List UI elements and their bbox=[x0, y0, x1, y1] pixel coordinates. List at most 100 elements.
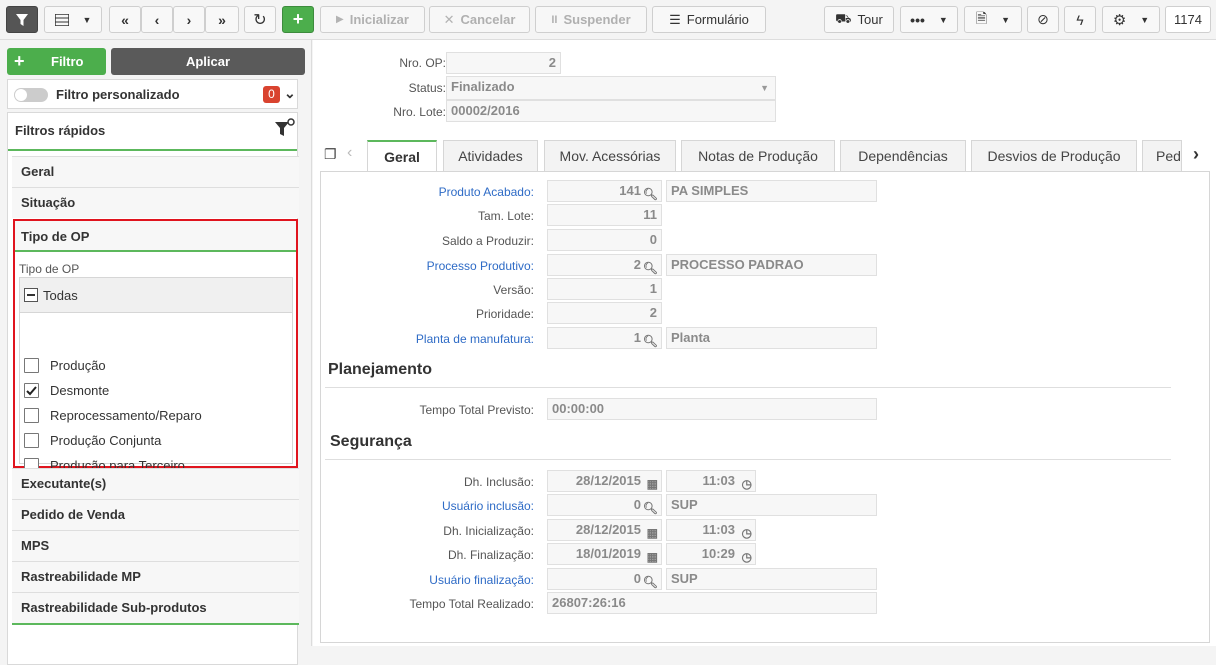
filter-settings-icon[interactable] bbox=[274, 117, 296, 141]
usuario-inclusao-label[interactable]: Usuário inclusão: bbox=[314, 499, 534, 513]
refresh-button[interactable]: ↻ bbox=[244, 6, 276, 33]
filter-item-tipo-op[interactable]: Tipo de OP bbox=[15, 221, 296, 252]
inclusao-date-value: 28/12/2015 bbox=[575, 473, 641, 488]
first-record-button[interactable]: « bbox=[109, 6, 141, 33]
clock-icon[interactable]: ◷ bbox=[742, 547, 752, 567]
cancelar-button[interactable]: ✕ Cancelar bbox=[429, 6, 530, 33]
tab-scroll-right-icon[interactable]: › bbox=[1193, 144, 1199, 165]
prioridade-field[interactable]: 2 bbox=[547, 302, 662, 324]
action-button[interactable]: ϟ bbox=[1064, 6, 1096, 33]
planta-label[interactable]: Planta de manufatura: bbox=[314, 332, 534, 346]
search-icon[interactable]: 🔍︎ bbox=[643, 572, 658, 592]
filter-item-rastreabilidade-sub[interactable]: Rastreabilidade Sub-produtos bbox=[12, 592, 299, 625]
tab-desvios-producao[interactable]: Desvios de Produção bbox=[971, 140, 1137, 171]
option-label: Produção Conjunta bbox=[50, 433, 162, 448]
tipo-op-option[interactable]: Reprocessamento/Reparo bbox=[0, 407, 300, 427]
filter-item-rastreabilidade-mp[interactable]: Rastreabilidade MP bbox=[12, 561, 299, 592]
tab-mov-acessorias[interactable]: Mov. Acessórias bbox=[544, 140, 676, 171]
filtro-button[interactable]: + Filtro bbox=[7, 48, 106, 75]
tempo-realizado-field[interactable]: 26807:26:16 bbox=[547, 592, 877, 614]
checkbox[interactable] bbox=[24, 433, 39, 448]
view-list-button[interactable]: ▼ bbox=[44, 6, 102, 33]
chevron-down-icon: ▼ bbox=[1001, 14, 1011, 25]
search-icon[interactable]: 🔍︎ bbox=[643, 331, 658, 351]
formulario-button[interactable]: ☰ Formulário bbox=[652, 6, 766, 33]
lightning-icon: ϟ bbox=[1076, 11, 1084, 28]
saldo-field[interactable]: 0 bbox=[547, 229, 662, 251]
custom-filter-toggle[interactable] bbox=[14, 88, 48, 102]
checkbox[interactable] bbox=[24, 358, 39, 373]
dh-inicializacao-date[interactable]: 28/12/2015 ▦ bbox=[547, 519, 662, 541]
planta-code[interactable]: 1 🔍︎ bbox=[547, 327, 662, 349]
todas-row[interactable]: Todas bbox=[19, 277, 293, 313]
calendar-icon[interactable]: ▦ bbox=[647, 523, 658, 543]
tab-notas-producao[interactable]: Notas de Produção bbox=[681, 140, 835, 171]
produto-acabado-label[interactable]: Produto Acabado: bbox=[314, 185, 534, 199]
processo-produtivo-label[interactable]: Processo Produtivo: bbox=[314, 259, 534, 273]
versao-label: Versão: bbox=[493, 283, 534, 297]
search-icon[interactable]: 🔍︎ bbox=[643, 258, 658, 278]
pause-icon: II bbox=[551, 13, 558, 26]
tipo-op-option[interactable]: Produção Conjunta bbox=[0, 432, 300, 452]
usuario-finalizacao-label[interactable]: Usuário finalização: bbox=[314, 573, 534, 587]
processo-code-value: 2 bbox=[633, 257, 641, 272]
tipo-op-option[interactable]: Desmonte bbox=[0, 382, 300, 402]
prev-record-button[interactable]: ‹ bbox=[141, 6, 173, 33]
tipo-op-option[interactable]: Produção bbox=[0, 357, 300, 377]
calendar-icon[interactable]: ▦ bbox=[647, 474, 658, 494]
play-icon: ▶ bbox=[336, 14, 344, 25]
tab-atividades[interactable]: Atividades bbox=[443, 140, 538, 171]
funnel-icon bbox=[16, 13, 28, 26]
dh-inclusao-time[interactable]: 11:03 ◷ bbox=[666, 470, 756, 492]
fin-time-value: 10:29 bbox=[701, 546, 735, 561]
filter-item-mps[interactable]: MPS bbox=[12, 530, 299, 561]
nro-lote-field[interactable]: 00002/2016 bbox=[446, 100, 776, 122]
search-icon[interactable]: 🔍︎ bbox=[643, 184, 658, 204]
usuario-inclusao-code[interactable]: 0 🔍︎ bbox=[547, 494, 662, 516]
calendar-icon[interactable]: ▦ bbox=[647, 547, 658, 567]
versao-field[interactable]: 1 bbox=[547, 278, 662, 300]
inicializar-button[interactable]: ▶ Inicializar bbox=[320, 6, 425, 33]
filter-item-pedido-venda[interactable]: Pedido de Venda bbox=[12, 499, 299, 530]
attachment-button[interactable]: ⊘ bbox=[1027, 6, 1059, 33]
filter-toggle-button[interactable] bbox=[6, 6, 38, 33]
option-label: Desmonte bbox=[50, 383, 110, 398]
list-icon bbox=[54, 13, 69, 26]
settings-button[interactable]: ⚙ ▼ bbox=[1102, 6, 1160, 33]
dh-inicializacao-time[interactable]: 11:03 ◷ bbox=[666, 519, 756, 541]
checked-checkbox[interactable] bbox=[24, 383, 39, 398]
checkbox[interactable] bbox=[24, 408, 39, 423]
dh-finalizacao-date[interactable]: 18/01/2019 ▦ bbox=[547, 543, 662, 565]
tab-scroll-left-icon[interactable]: ‹ bbox=[347, 144, 352, 162]
tam-lote-field[interactable]: 11 bbox=[547, 204, 662, 226]
cancelar-label: Cancelar bbox=[460, 12, 516, 27]
seguranca-title: Segurança bbox=[330, 433, 412, 450]
tab-geral[interactable]: Geral bbox=[367, 140, 437, 172]
add-button[interactable]: + bbox=[282, 6, 314, 33]
tempo-previsto-field[interactable]: 00:00:00 bbox=[547, 398, 877, 420]
produto-acabado-code[interactable]: 141 🔍︎ bbox=[547, 180, 662, 202]
more-button[interactable]: ••• ▼ bbox=[900, 6, 958, 33]
status-select[interactable]: Finalizado ▼ bbox=[446, 76, 776, 100]
clock-icon[interactable]: ◷ bbox=[742, 474, 752, 494]
tab-pedidos[interactable]: Pedi bbox=[1142, 140, 1182, 171]
filter-item-geral[interactable]: Geral bbox=[12, 156, 299, 187]
tab-dependencias[interactable]: Dependências bbox=[840, 140, 966, 171]
export-button[interactable]: 🗎 ▼ bbox=[964, 6, 1022, 33]
minus-checkbox[interactable] bbox=[24, 288, 38, 302]
dh-finalizacao-time[interactable]: 10:29 ◷ bbox=[666, 543, 756, 565]
last-record-button[interactable]: » bbox=[205, 6, 239, 33]
usuario-finalizacao-code[interactable]: 0 🔍︎ bbox=[547, 568, 662, 590]
search-icon[interactable]: 🔍︎ bbox=[643, 498, 658, 518]
tour-button[interactable]: ⛟ Tour bbox=[824, 6, 894, 33]
nro-op-field[interactable]: 2 bbox=[446, 52, 561, 74]
suspender-button[interactable]: II Suspender bbox=[535, 6, 647, 33]
filter-item-situacao[interactable]: Situação bbox=[12, 187, 299, 218]
processo-code[interactable]: 2 🔍︎ bbox=[547, 254, 662, 276]
produto-acabado-name: PA SIMPLES bbox=[666, 180, 877, 202]
next-record-button[interactable]: › bbox=[173, 6, 205, 33]
copy-icon[interactable]: ❐ bbox=[324, 146, 337, 163]
dh-inclusao-date[interactable]: 28/12/2015 ▦ bbox=[547, 470, 662, 492]
clock-icon[interactable]: ◷ bbox=[742, 523, 752, 543]
filter-item-executantes[interactable]: Executante(s) bbox=[12, 468, 299, 499]
